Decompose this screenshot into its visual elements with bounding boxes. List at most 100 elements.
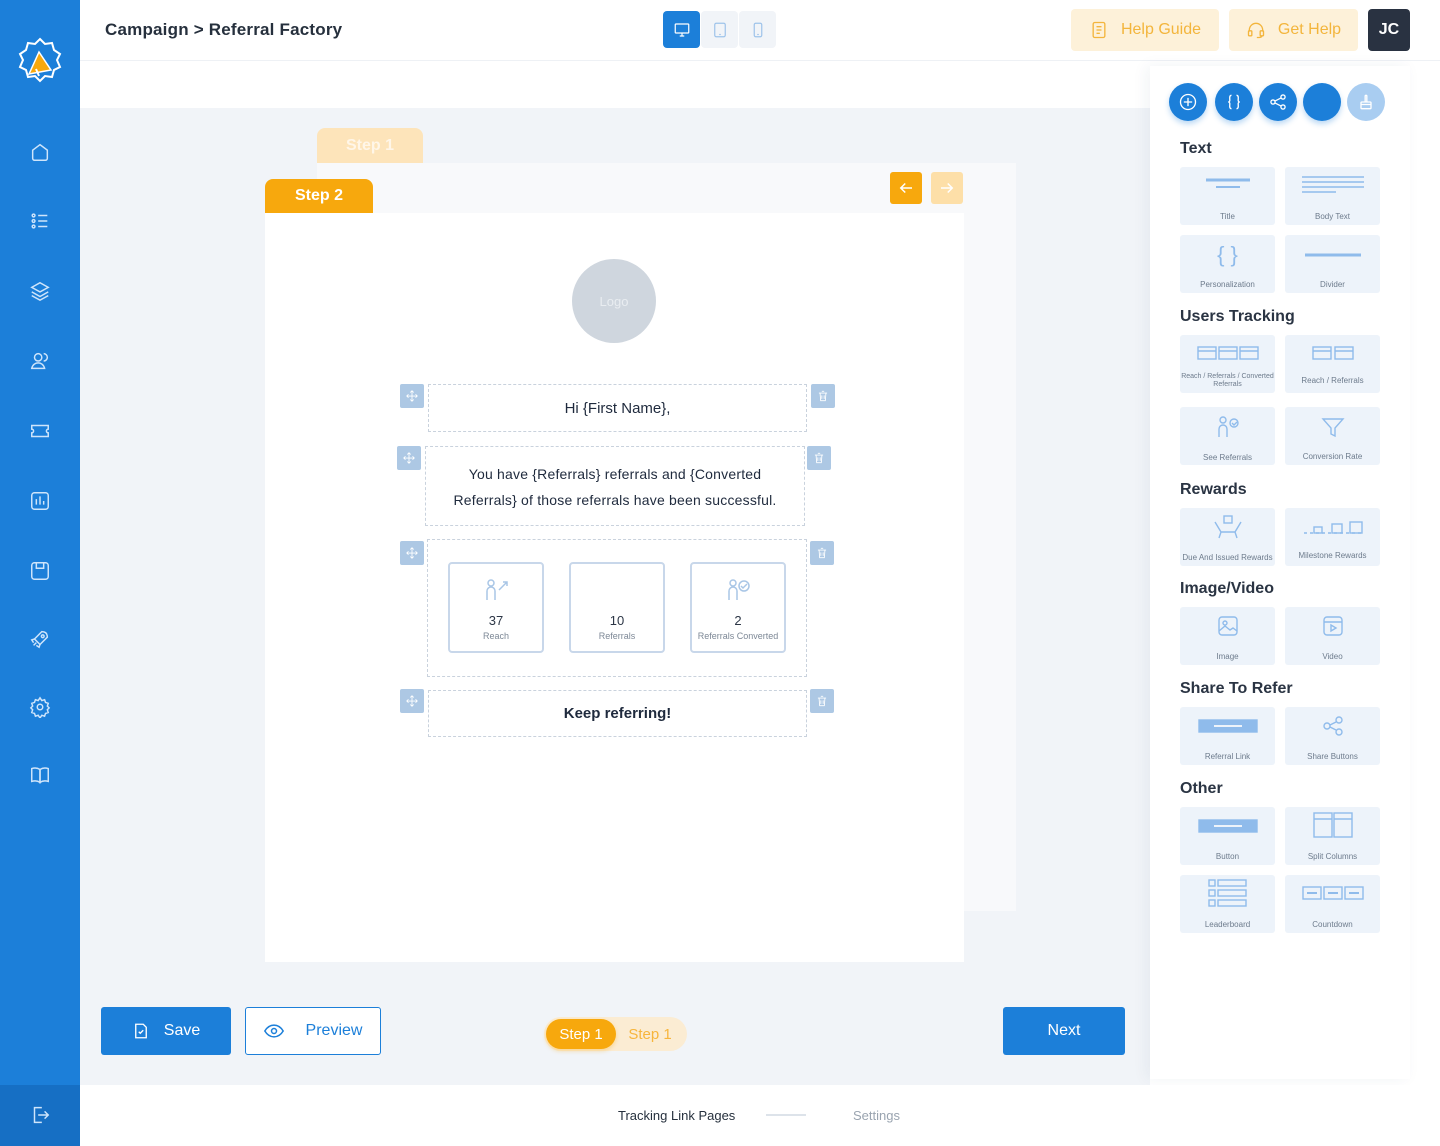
nav-tracking-link-pages[interactable]: Tracking Link Pages xyxy=(618,1108,735,1123)
tile-label: Share Buttons xyxy=(1307,752,1358,761)
home-icon[interactable] xyxy=(26,138,54,166)
trash-icon xyxy=(817,547,827,559)
save-button[interactable]: Save xyxy=(101,1007,231,1055)
users-icon[interactable] xyxy=(26,347,54,375)
move-handle[interactable] xyxy=(397,446,421,470)
logo-placeholder[interactable]: Logo xyxy=(572,259,656,343)
logout-icon[interactable] xyxy=(26,1101,54,1129)
image-icon xyxy=(1217,616,1238,636)
message-block[interactable]: You have {Referrals} referrals and {Conv… xyxy=(425,446,805,526)
referrals-value: 10 xyxy=(609,613,625,628)
referral-link-tile[interactable]: Referral Link xyxy=(1180,707,1275,765)
link-field-icon xyxy=(1197,719,1258,733)
desktop-view-button[interactable] xyxy=(663,11,700,48)
reach-referrals-tile[interactable]: Reach / Referrals xyxy=(1285,335,1380,393)
trash-icon xyxy=(818,390,828,402)
analytics-icon[interactable] xyxy=(26,487,54,515)
step-2-tab[interactable]: Step 2 xyxy=(265,179,373,213)
leaderboard-tile[interactable]: Leaderboard xyxy=(1180,875,1275,933)
arrow-left-icon xyxy=(899,182,912,194)
desktop-icon xyxy=(674,22,689,37)
image-tile[interactable]: Image xyxy=(1180,607,1275,665)
prev-step-button[interactable] xyxy=(890,172,922,204)
personalization-tile[interactable]: { } Personalization xyxy=(1180,235,1275,293)
converted-stat-card[interactable]: 2 Referrals Converted xyxy=(690,562,786,653)
rocket-icon[interactable] xyxy=(26,625,54,653)
delete-handle[interactable] xyxy=(810,541,834,565)
due-issued-rewards-tile[interactable]: Due And Issued Rewards xyxy=(1180,508,1275,566)
delete-handle[interactable] xyxy=(807,446,831,470)
tile-label: Image xyxy=(1216,652,1239,661)
preview-label: Preview xyxy=(305,1022,363,1039)
converted-value: 2 xyxy=(734,613,742,628)
layers-icon[interactable] xyxy=(26,277,54,305)
closing-block[interactable]: Keep referring! xyxy=(428,690,807,737)
section-share-title: Share To Refer xyxy=(1180,680,1293,697)
hands-gift-icon xyxy=(1213,515,1242,539)
divider-tile[interactable]: Divider xyxy=(1285,235,1380,293)
braces-icon xyxy=(1228,94,1240,110)
ticket-icon[interactable] xyxy=(26,417,54,445)
step-1-tab[interactable]: Step 1 xyxy=(317,128,423,163)
megaphone-badge-icon xyxy=(18,37,62,83)
avatar[interactable]: JC xyxy=(1368,9,1410,51)
share-buttons-tile[interactable]: Share Buttons xyxy=(1285,707,1380,765)
theme-button[interactable] xyxy=(1303,83,1341,121)
move-handle[interactable] xyxy=(400,541,424,565)
video-tile[interactable]: Video xyxy=(1285,607,1380,665)
countdown-tile[interactable]: Countdown xyxy=(1285,875,1380,933)
reach-stat-card[interactable]: 37 Reach xyxy=(448,562,544,653)
nav-settings[interactable]: Settings xyxy=(853,1108,900,1123)
title-icon xyxy=(1205,178,1250,188)
reach-referrals-converted-tile[interactable]: Reach / Referrals / Converted Referrals xyxy=(1180,335,1275,393)
split-columns-tile[interactable]: Split Columns xyxy=(1285,807,1380,865)
divider-icon xyxy=(1304,253,1361,257)
tile-label: Divider xyxy=(1320,280,1345,289)
move-handle[interactable] xyxy=(400,689,424,713)
button-tile[interactable]: Button xyxy=(1180,807,1275,865)
list-icon[interactable] xyxy=(26,207,54,235)
delete-handle[interactable] xyxy=(810,689,834,713)
app-logo[interactable] xyxy=(14,36,66,88)
body-text-tile[interactable]: Body Text xyxy=(1285,167,1380,225)
move-icon xyxy=(406,547,418,559)
variables-button[interactable] xyxy=(1215,83,1253,121)
add-component-button[interactable] xyxy=(1169,83,1207,121)
next-step-arrow-button[interactable] xyxy=(931,172,963,204)
save-icon[interactable] xyxy=(26,557,54,585)
style-brush-button[interactable] xyxy=(1347,83,1385,121)
greeting-block[interactable]: Hi {First Name}, xyxy=(428,384,807,432)
tile-label: Personalization xyxy=(1200,280,1255,289)
section-rewards-title: Rewards xyxy=(1180,481,1247,498)
tile-label: See Referrals xyxy=(1203,453,1252,462)
step-switch-active[interactable]: Step 1 xyxy=(546,1019,616,1049)
tile-label: Title xyxy=(1220,212,1235,221)
tile-label: Milestone Rewards xyxy=(1298,551,1367,560)
move-handle[interactable] xyxy=(400,384,424,408)
tile-label: Video xyxy=(1322,652,1343,661)
move-icon xyxy=(406,695,418,707)
plus-circle-icon xyxy=(1179,93,1197,111)
share-settings-button[interactable] xyxy=(1259,83,1297,121)
mobile-view-button[interactable] xyxy=(739,11,776,48)
delete-handle[interactable] xyxy=(811,384,835,408)
milestone-rewards-tile[interactable]: Milestone Rewards xyxy=(1285,508,1380,566)
next-button[interactable]: Next xyxy=(1003,1007,1125,1055)
get-help-button[interactable]: Get Help xyxy=(1229,9,1358,51)
message-line: Referrals} of those referrals have been … xyxy=(453,492,777,508)
see-referrals-tile[interactable]: See Referrals xyxy=(1180,407,1275,465)
step-switch-inactive[interactable]: Step 1 xyxy=(616,1019,684,1049)
funnel-icon xyxy=(1320,418,1345,438)
referrals-stat-card[interactable]: 10 Referrals xyxy=(569,562,665,653)
conversion-rate-tile[interactable]: Conversion Rate xyxy=(1285,407,1380,465)
headset-icon xyxy=(1247,22,1265,39)
title-tile[interactable]: Title xyxy=(1180,167,1275,225)
preview-button[interactable]: Preview xyxy=(245,1007,381,1055)
tile-label: Body Text xyxy=(1315,212,1350,221)
leaderboard-icon xyxy=(1207,879,1247,907)
tablet-view-button[interactable] xyxy=(701,11,738,48)
book-icon[interactable] xyxy=(26,761,54,789)
help-guide-button[interactable]: Help Guide xyxy=(1071,9,1219,51)
settings-icon[interactable] xyxy=(26,693,54,721)
arrow-right-icon xyxy=(941,182,954,194)
